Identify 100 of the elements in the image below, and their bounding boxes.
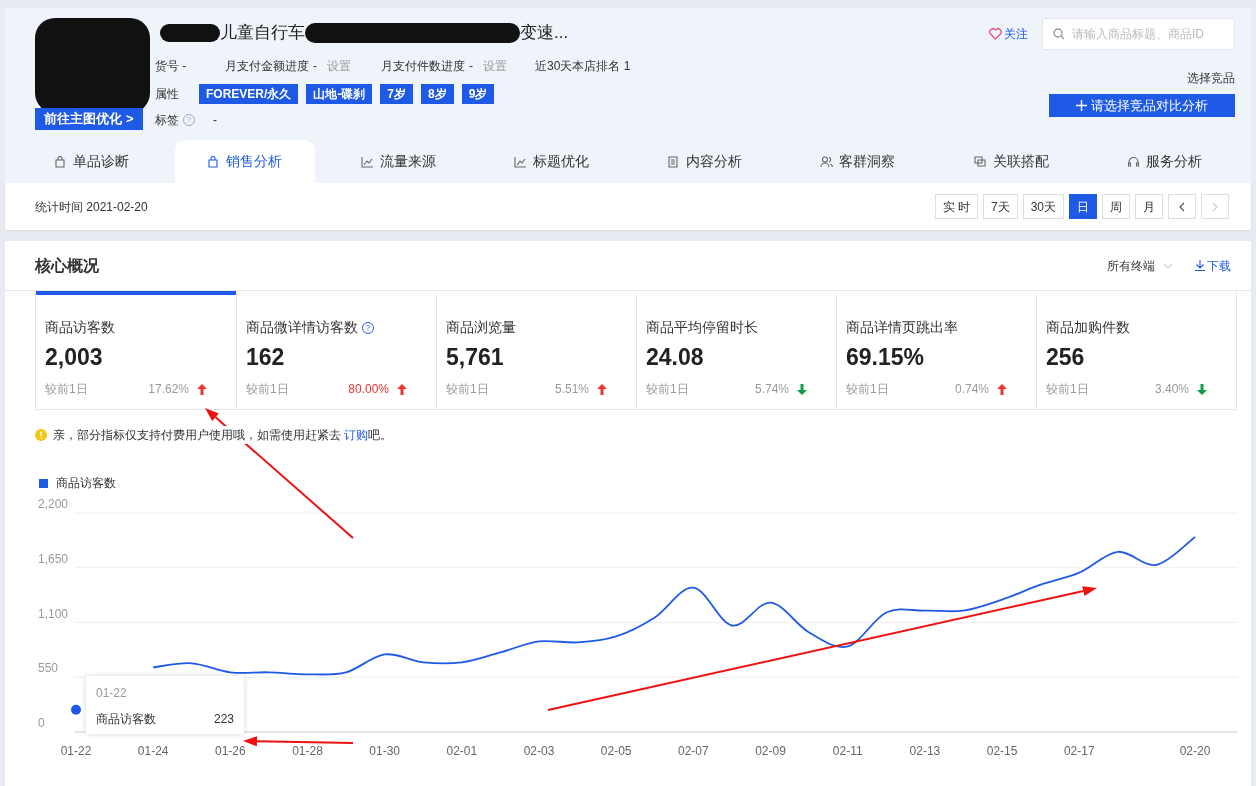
tab[interactable]: 流量来源 [328,140,469,183]
download-icon [1195,260,1205,271]
x-axis-label: 02-13 [909,744,941,758]
x-axis-label: 01-28 [292,744,323,758]
x-axis-label: 02-15 [986,744,1018,758]
attribute-tag: 9岁 [461,84,495,104]
change-value: 80.00% [348,381,389,398]
redaction-mark [160,24,220,42]
y-axis-label: 1,650 [38,551,69,566]
period-button[interactable]: 月 [1135,194,1163,219]
monthly-pay-count-label: 月支付件数进度 [381,58,465,75]
x-axis-label: 02-09 [755,744,786,758]
heart-icon [989,28,1002,40]
tab[interactable]: 内容分析 [634,140,775,183]
chevron-icon [1212,201,1218,212]
tags-label: 标签 [155,112,179,129]
metric-card[interactable]: 商品访客数 2,003 较前1日 17.62% [36,291,236,409]
period-button[interactable]: 7天 [982,194,1018,219]
x-axis-label: 01-22 [60,744,92,758]
pay-amount-value: - [313,58,317,75]
attribute-tag: 7岁 [380,84,414,104]
compare-button[interactable]: 请选择竞品对比分析 [1049,94,1235,117]
tooltip-date: 01-22 [96,685,128,702]
tab[interactable]: 销售分析 [174,140,315,183]
legend-label: 商品访客数 [56,475,116,492]
tab-icon [360,155,374,168]
x-axis-label: 01-30 [369,744,401,758]
metric-card[interactable]: 商品平均停留时长 24.08 较前1日 5.74% [636,291,836,409]
tab[interactable]: 标题优化 [481,140,622,183]
previous-button[interactable] [1168,194,1196,219]
follow-link[interactable]: 关注 [989,25,1028,43]
x-axis-label: 02-03 [523,744,555,758]
period-button[interactable]: 日 [1069,194,1097,219]
tab[interactable]: 服务分析 [1094,140,1235,183]
tab-icon [973,155,987,168]
product-title: 变速... [520,22,569,45]
tab[interactable]: 客群洞察 [787,140,928,183]
y-axis-label: 2,200 [38,497,69,511]
search-field[interactable]: 请输入商品标题、商品ID [1042,18,1235,50]
x-axis-label: 02-01 [446,744,478,758]
metric-value: 162 [246,343,286,372]
change-value: 17.62% [148,381,189,398]
compare-label: 较前1日 [1046,381,1090,398]
x-axis-label: 02-07 [678,744,709,758]
compare-label: 选择竞品 [1187,70,1235,87]
terminal-dropdown[interactable]: 所有终端 [1107,256,1173,275]
x-axis-label: 01-26 [215,744,246,758]
x-axis-label: 02-05 [600,744,632,758]
metric-label: 商品平均停留时长 [646,318,758,337]
x-axis-label: 01-24 [137,744,169,758]
tab[interactable]: 关联搭配 [941,140,1082,183]
stat-time-text: 统计时间 2021-02-20 [35,198,149,216]
tab-icon [820,155,834,168]
attribute-tag: FOREVER/永久 [199,84,299,104]
period-button[interactable]: 实 时 [934,194,978,219]
metric-card[interactable]: 商品详情页跳出率 69.15% 较前1日 0.74% [836,291,1036,409]
compare-label: 较前1日 [646,381,690,398]
pay-count-value: - [469,58,473,75]
change-value: 5.51% [554,381,589,398]
change-value: 5.74% [754,381,789,398]
download-link[interactable]: 下载 [1195,256,1231,275]
data-point[interactable] [71,704,81,715]
change-value: 0.74% [954,381,989,398]
tooltip-value: 223 [213,711,234,728]
order-link[interactable]: 订购 [344,428,369,442]
plus-icon [1076,100,1087,111]
tab-icon [1126,155,1140,168]
metric-card[interactable]: 商品微详情访客数 ? 162 较前1日 80.00% [236,291,436,409]
tooltip-series-name: 商品访客数 [96,711,157,728]
compare-label: 较前1日 [446,381,490,398]
x-axis-label: 02-11 [832,744,863,758]
rank-text: 近30天本店排名 1 [535,58,631,75]
tab-icon [513,155,527,168]
period-button[interactable]: 周 [1102,194,1130,219]
tab-icon [667,155,681,168]
warning-icon [35,429,47,441]
main-image-optimize-button[interactable]: 前往主图优化 > [35,108,143,130]
metric-card[interactable]: 商品浏览量 5,761 较前1日 5.51% [436,291,636,409]
tab-icon [54,155,68,168]
monthly-pay-amount-label: 月支付金额进度 [225,58,309,75]
metric-label: 商品访客数 [45,318,115,337]
y-axis-label: 550 [38,661,59,676]
product-title: 儿童自行车 [220,22,305,45]
tab[interactable]: 单品诊断 [21,140,162,183]
search-icon [1053,28,1065,40]
metric-label: 商品微详情访客数 [246,318,358,337]
caret-icon [1163,262,1173,269]
metric-value: 2,003 [45,343,104,372]
x-axis-label: 02-17 [1063,744,1095,758]
compare-label: 较前1日 [45,381,89,398]
y-axis-label: 1,100 [38,606,69,621]
chevron-icon [1179,201,1185,212]
y-axis-label: 0 [38,716,45,730]
attribute-tag: 8岁 [421,84,454,104]
period-button[interactable]: 30天 [1022,194,1064,219]
metric-value: 256 [1046,343,1086,372]
metric-card[interactable]: 商品加购件数 256 较前1日 3.40% [1036,291,1236,409]
metric-label: 商品浏览量 [446,318,516,337]
section-title: 核心概况 [35,255,100,276]
attribute-tag: 山地-碟刹 [306,84,373,104]
